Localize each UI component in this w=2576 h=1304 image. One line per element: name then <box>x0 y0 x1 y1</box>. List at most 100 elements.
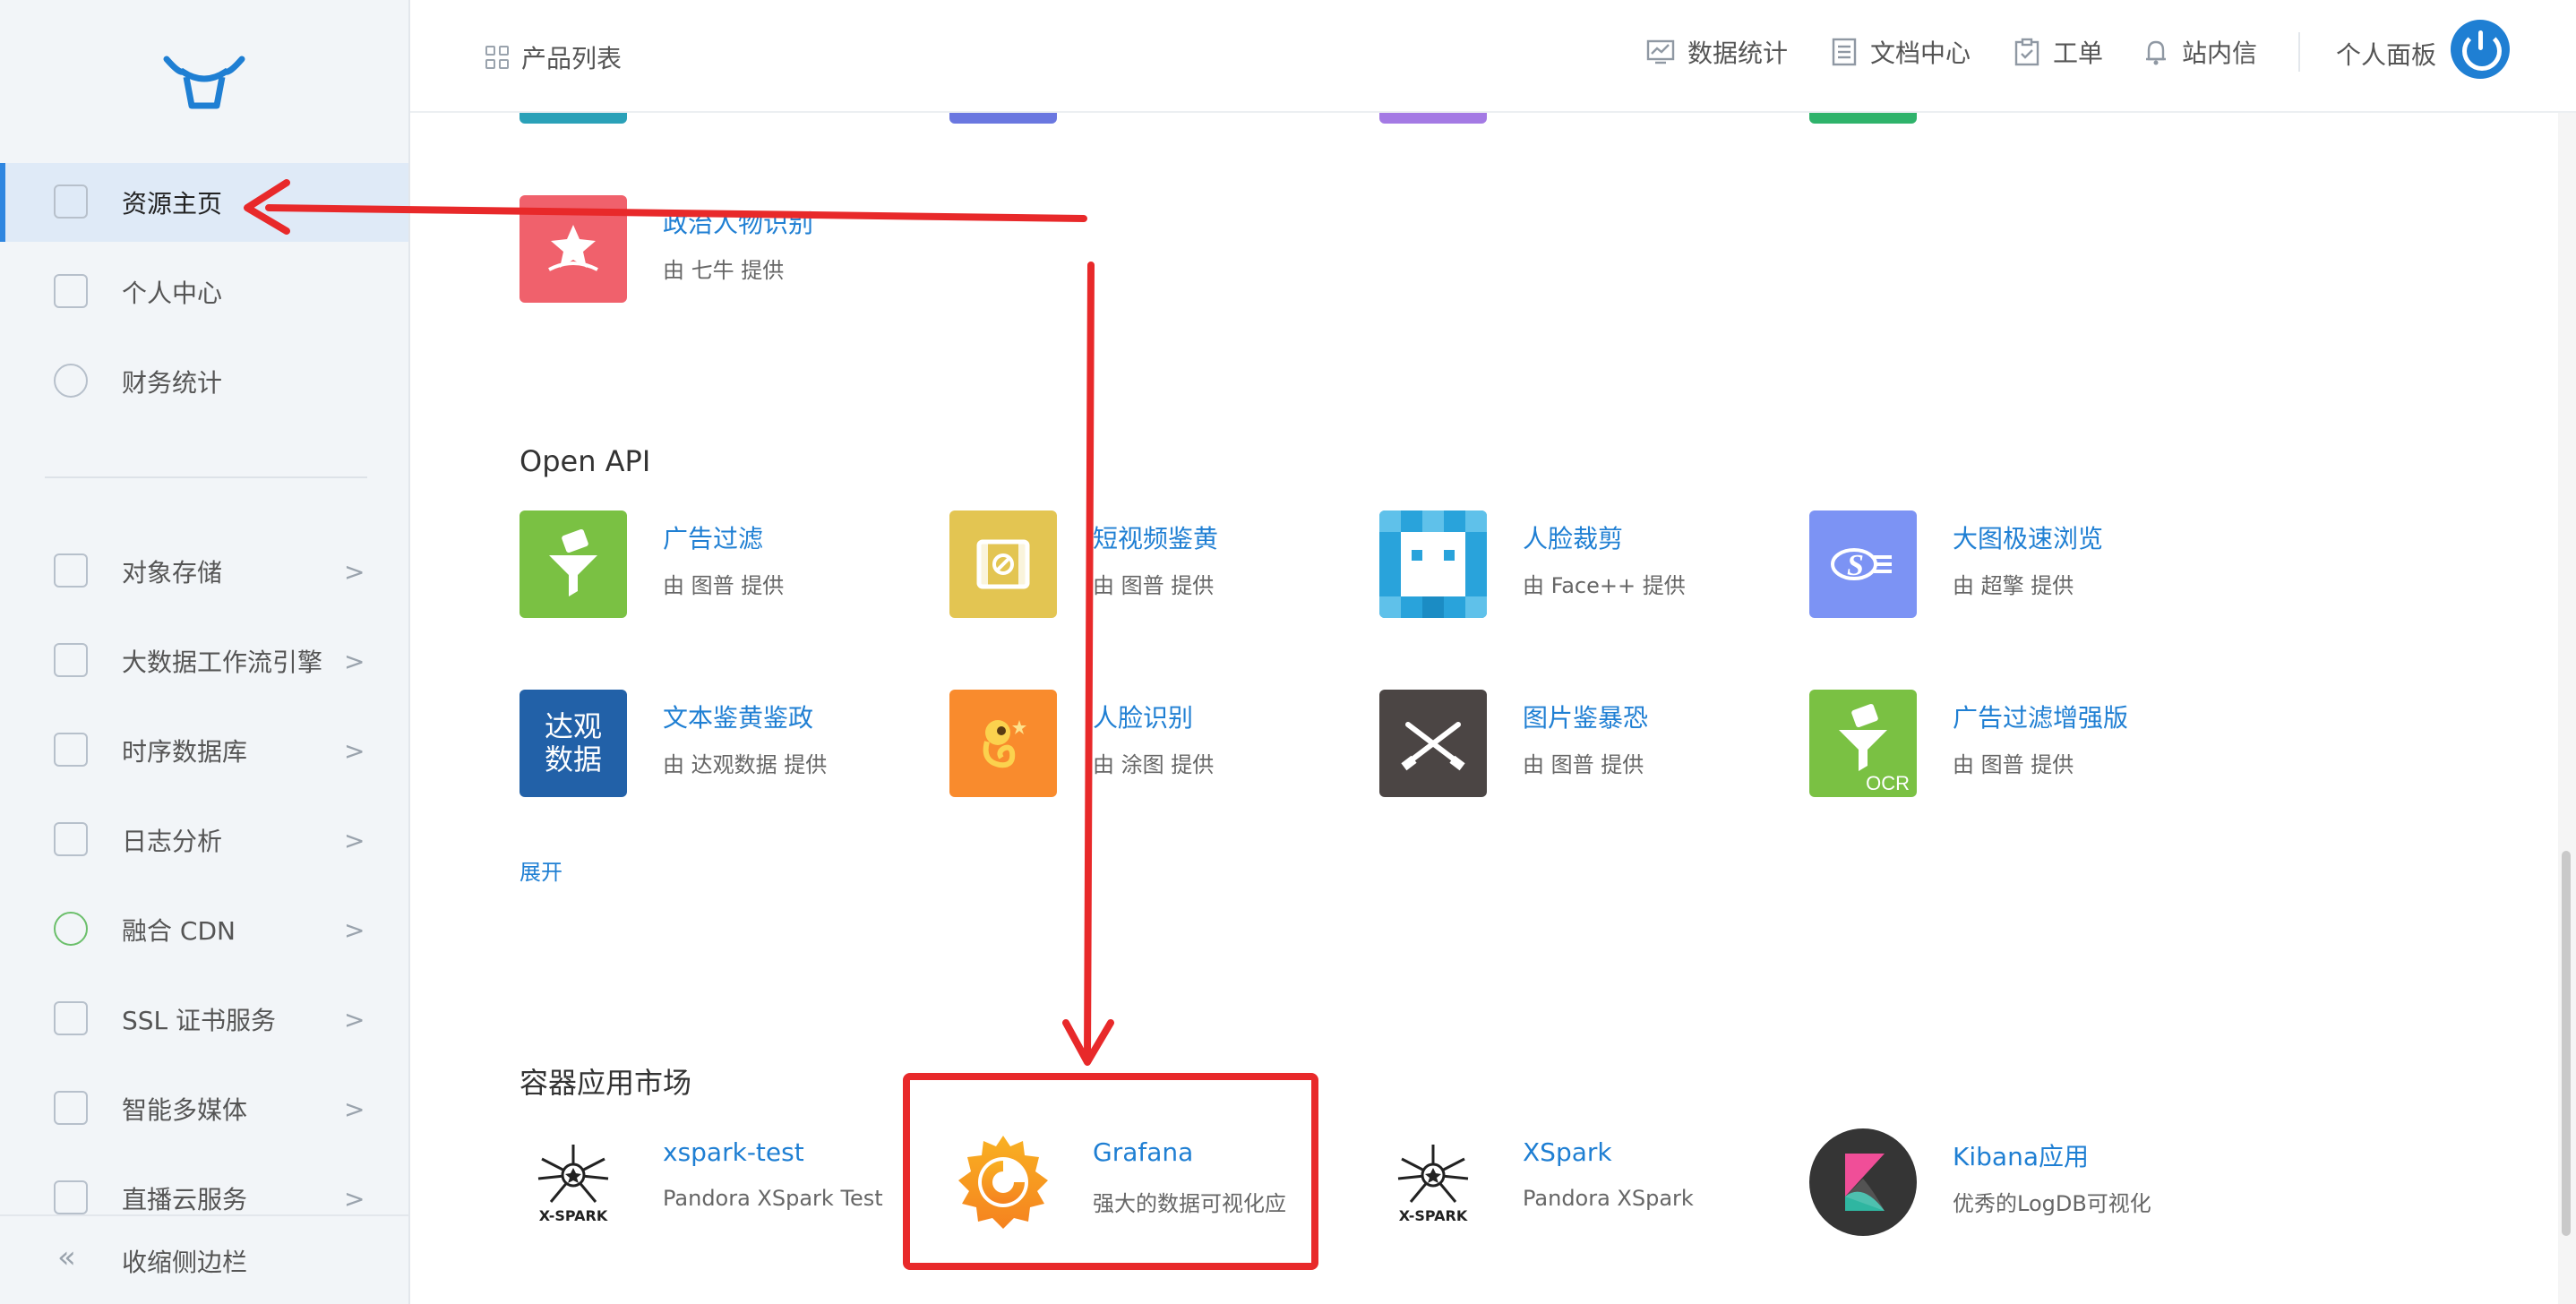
sidebar-item-finance[interactable]: 财务统计 <box>0 342 408 421</box>
card-kibana[interactable]: Kibana应用 优秀的LogDB可视化 <box>1809 1128 2203 1236</box>
crossed-rifles-icon <box>1379 690 1487 797</box>
card-title: 文本鉴黄鉴政 <box>663 703 814 733</box>
collapse-sidebar-button[interactable]: « 收缩侧边栏 <box>0 1214 408 1304</box>
sidebar-item-label: 时序数据库 <box>122 737 248 767</box>
star-badge-icon <box>519 195 627 303</box>
card-title: xspark-test <box>663 1137 804 1167</box>
finance-icon <box>54 364 88 398</box>
chip-icon <box>54 1091 88 1125</box>
chevron-right-icon: > <box>344 1183 365 1214</box>
top-separator <box>2298 32 2300 72</box>
product-list-button[interactable]: 产品列表 <box>485 39 622 75</box>
card-large-image-browse[interactable]: S 大图极速浏览 由 超擎 提供 <box>1809 510 2203 618</box>
card-provider: Pandora XSpark Test <box>663 1186 883 1211</box>
card-ad-filter-plus[interactable]: OCR 广告过滤增强版 由 图普 提供 <box>1809 690 2203 797</box>
chameleon-icon <box>949 690 1057 797</box>
sidebar: 资源主页 个人中心 财务统计 对象存储 > 大数据工作流引擎 > 时序数据库 >… <box>0 0 410 1304</box>
card-provider: 由 图普 提供 <box>1093 573 1215 598</box>
nav-doc-center[interactable]: 文档中心 <box>1831 34 1971 70</box>
sidebar-item-multimedia[interactable]: 智能多媒体 > <box>0 1069 408 1148</box>
card-title: 广告过滤增强版 <box>1953 703 2129 733</box>
log-icon <box>54 822 88 856</box>
card-short-video-porn[interactable]: 短视频鉴黄 由 图普 提供 <box>949 510 1344 618</box>
s-logo-icon: S <box>1809 510 1917 618</box>
nav-data-stats[interactable]: 数据统计 <box>1646 34 1788 70</box>
card-provider: Pandora XSpark <box>1523 1186 1694 1211</box>
sidebar-item-object-storage[interactable]: 对象存储 > <box>0 532 408 611</box>
sidebar-item-label: SSL 证书服务 <box>122 1006 277 1035</box>
grid-icon <box>485 46 509 69</box>
card-image-terror[interactable]: 图片鉴暴恐 由 图普 提供 <box>1379 690 1773 797</box>
sidebar-item-label: 资源主页 <box>122 189 223 219</box>
personal-panel-label: 个人面板 <box>2336 40 2437 70</box>
card-face-recognition[interactable]: 人脸识别 由 涂图 提供 <box>949 690 1344 797</box>
card-text-moderation[interactable]: 达观 数据 文本鉴黄鉴政 由 达观数据 提供 <box>519 690 914 797</box>
scrolled-tile <box>1379 113 1487 124</box>
sidebar-item-ssl[interactable]: SSL 证书服务 > <box>0 980 408 1059</box>
card-provider: 由 七牛 提供 <box>663 258 785 283</box>
card-provider: 由 涂图 提供 <box>1093 752 1215 777</box>
ocr-label: OCR <box>1866 772 1910 794</box>
sidebar-item-cdn[interactable]: 融合 CDN > <box>0 890 408 969</box>
chart-icon <box>1646 39 1675 64</box>
sidebar-item-log-analysis[interactable]: 日志分析 > <box>0 801 408 879</box>
card-xspark[interactable]: X-SPARK XSpark Pandora XSpark <box>1379 1128 1773 1236</box>
database-icon <box>54 733 88 767</box>
sidebar-item-tsdb[interactable]: 时序数据库 > <box>0 711 408 790</box>
chevron-right-icon: > <box>344 735 365 766</box>
nav-label: 工单 <box>2053 39 2104 68</box>
daguan-logo-text: 达观 <box>544 709 602 744</box>
sidebar-item-label: 直播云服务 <box>122 1185 248 1214</box>
scrolled-tile <box>519 113 627 124</box>
chevron-right-icon: > <box>344 825 365 855</box>
nav-label: 文档中心 <box>1870 39 1971 68</box>
card-provider: 由 图普 提供 <box>663 573 785 598</box>
sidebar-item-label: 财务统计 <box>122 368 223 398</box>
doc-icon <box>1832 38 1857 66</box>
card-title: 人脸识别 <box>1093 703 1194 733</box>
card-title: XSpark <box>1523 1137 1612 1167</box>
apps-icon <box>54 184 88 219</box>
chevron-right-icon: > <box>344 1004 365 1034</box>
chevron-right-icon: > <box>344 556 365 587</box>
nav-messages[interactable]: 站内信 <box>2142 34 2257 70</box>
card-face-crop[interactable]: 人脸裁剪 由 Face++ 提供 <box>1379 510 1773 618</box>
sidebar-item-workflow[interactable]: 大数据工作流引擎 > <box>0 622 408 700</box>
card-ad-filter[interactable]: 广告过滤 由 图普 提供 <box>519 510 914 618</box>
nav-tickets[interactable]: 工单 <box>2014 34 2103 70</box>
logo-icon[interactable] <box>161 50 247 113</box>
bell-icon <box>2146 40 2166 65</box>
sidebar-item-home[interactable]: 资源主页 <box>0 163 408 242</box>
card-political-recognition[interactable]: 政治人物识别 由 七牛 提供 <box>519 195 914 303</box>
chevron-right-icon: > <box>344 1094 365 1124</box>
nav-label: 数据统计 <box>1687 39 1789 68</box>
vertical-scrollbar[interactable] <box>2558 113 2576 1304</box>
card-title: 人脸裁剪 <box>1523 524 1624 553</box>
play-icon <box>54 1180 88 1214</box>
certificate-icon <box>54 1001 88 1035</box>
power-icon[interactable] <box>2451 20 2510 79</box>
personal-panel-button[interactable]: 个人面板 <box>2336 36 2436 72</box>
sidebar-item-label: 日志分析 <box>122 827 223 856</box>
card-xspark-test[interactable]: X-SPARK xspark-test Pandora XSpark Test <box>519 1128 914 1236</box>
xspark-logo: X-SPARK <box>519 1128 627 1236</box>
collapse-icon: « <box>57 1240 76 1275</box>
expand-link[interactable]: 展开 <box>519 854 562 886</box>
card-provider: 由 图普 提供 <box>1523 752 1644 777</box>
kibana-logo <box>1809 1128 1917 1236</box>
card-provider: 由 超擎 提供 <box>1953 573 2074 598</box>
globe-icon <box>54 912 88 946</box>
sidebar-item-profile[interactable]: 个人中心 <box>0 253 408 331</box>
product-list-label: 产品列表 <box>521 44 623 73</box>
chevron-right-icon: > <box>344 914 365 945</box>
daguan-logo-text: 数据 <box>544 742 602 776</box>
xspark-logo-text: X-SPARK <box>538 1206 608 1224</box>
scrolled-tile <box>949 113 1057 124</box>
section-title-openapi: Open API <box>519 444 651 478</box>
film-icon <box>949 510 1057 618</box>
scrollbar-thumb[interactable] <box>2562 851 2571 1236</box>
storage-icon <box>54 553 88 588</box>
funnel-icon <box>519 510 627 618</box>
collapse-sidebar-label: 收缩侧边栏 <box>122 1248 248 1277</box>
sidebar-item-label: 智能多媒体 <box>122 1095 248 1125</box>
